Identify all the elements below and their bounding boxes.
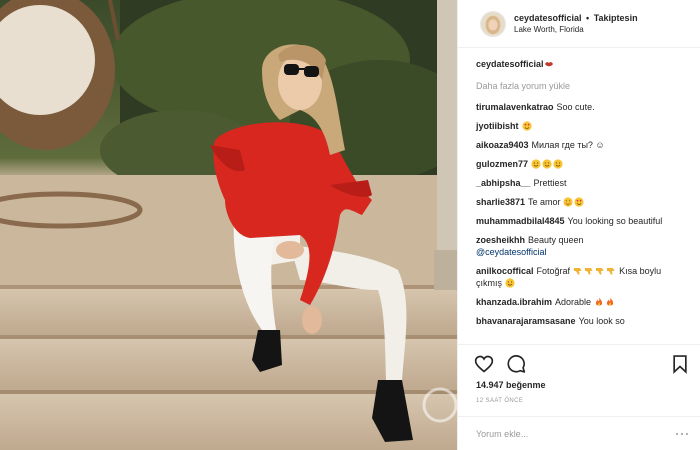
- header-username[interactable]: ceydatesofficial: [514, 13, 582, 23]
- thumbs-down-emoji: [595, 266, 605, 276]
- header-separator: •: [586, 12, 590, 23]
- header-line: ceydatesofficial • Takiptesin: [514, 12, 638, 24]
- lips-icon: [544, 59, 554, 69]
- comment-text: Fotoğraf: [536, 266, 571, 276]
- post-header: ceydatesofficial • Takiptesin Lake Worth…: [458, 0, 700, 48]
- post-actions: [458, 344, 700, 380]
- comment-icon: [507, 355, 526, 373]
- smile-emoji: [504, 278, 515, 288]
- comment-text: Prettiest: [533, 178, 567, 188]
- comment-username[interactable]: gulozmen77: [476, 159, 528, 169]
- comment-text: Soo cute.: [556, 102, 595, 112]
- save-button[interactable]: [670, 354, 690, 374]
- comment-username[interactable]: khanzada.ibrahim: [476, 297, 552, 307]
- thumbs-down-emoji: [606, 266, 616, 276]
- comment-input[interactable]: [476, 425, 656, 443]
- post-photo[interactable]: [0, 0, 457, 450]
- comment-text: You look so: [578, 316, 625, 326]
- list-item: jyotiibisht: [476, 120, 687, 132]
- list-item: tirumalavenkatrao Soo cute.: [476, 101, 687, 113]
- post-sidebar: ceydatesofficial • Takiptesin Lake Worth…: [457, 0, 700, 450]
- more-dot-icon: [676, 433, 678, 435]
- load-more-comments-button[interactable]: Daha fazla yorum yükle: [476, 80, 687, 92]
- add-comment-bar: [458, 416, 700, 450]
- more-options-button[interactable]: [675, 428, 689, 440]
- comment-button[interactable]: [506, 354, 526, 374]
- comment-username[interactable]: muhammadbilal4845: [476, 216, 565, 226]
- list-item: sharlie3871 Te amor: [476, 196, 687, 208]
- location-link[interactable]: Lake Worth, Florida: [514, 24, 638, 36]
- thumbs-down-emoji: [573, 266, 583, 276]
- post-caption: ceydatesofficial: [476, 58, 687, 71]
- bookmark-icon: [673, 355, 687, 374]
- comment-username[interactable]: bhavanarajaramsasane: [476, 316, 576, 326]
- comment-username[interactable]: zoesheikhh: [476, 235, 525, 245]
- thumbs-down-emoji: [584, 266, 594, 276]
- comment-username[interactable]: _abhipsha__: [476, 178, 531, 188]
- list-item: muhammadbilal4845 You looking so beautifu…: [476, 215, 687, 227]
- more-dot-icon: [686, 433, 688, 435]
- smile-emoji: [531, 159, 541, 169]
- instagram-post: ceydatesofficial • Takiptesin Lake Worth…: [0, 0, 700, 450]
- fire-emoji: [594, 297, 604, 307]
- smile-emoji: [553, 159, 563, 169]
- comment-username[interactable]: tirumalavenkatrao: [476, 102, 554, 112]
- list-item: zoesheikhh Beauty queen @ceydatesofficial: [476, 234, 687, 258]
- post-image: [0, 0, 457, 450]
- caption-username[interactable]: ceydatesofficial: [476, 59, 544, 69]
- comment-text: Te amor: [528, 197, 561, 207]
- like-button[interactable]: [474, 354, 494, 374]
- comment-mention[interactable]: @ceydatesofficial: [476, 247, 547, 257]
- post-timestamp[interactable]: 12 SAAT ÖNCE: [476, 398, 523, 404]
- comment-username[interactable]: sharlie3871: [476, 197, 525, 207]
- heart-eyes-emoji: [521, 121, 532, 131]
- following-button[interactable]: Takiptesin: [594, 13, 638, 23]
- comments-list[interactable]: ceydatesofficial Daha fazla yorum yükle …: [458, 58, 700, 344]
- comment-text: You looking so beautiful: [567, 216, 663, 226]
- heart-icon: [474, 355, 494, 373]
- likes-count[interactable]: 14.947 beğenme: [476, 380, 546, 390]
- more-dot-icon: [681, 433, 683, 435]
- blush-emoji: [563, 197, 573, 207]
- comment-text: Beauty queen: [528, 235, 584, 245]
- comment-username[interactable]: jyotiibisht: [476, 121, 519, 131]
- fire-emoji: [605, 297, 615, 307]
- list-item: bhavanarajaramsasane You look so: [476, 315, 687, 327]
- smile-emoji: [542, 159, 552, 169]
- heart-eyes-emoji: [574, 197, 584, 207]
- comment-text: Милая где ты? ☺: [531, 140, 605, 150]
- comment-username[interactable]: aikoaza9403: [476, 140, 529, 150]
- list-item: _abhipsha__ Prettiest: [476, 177, 687, 189]
- comment-text: Adorable: [555, 297, 592, 307]
- list-item: gulozmen77: [476, 158, 687, 170]
- list-item: aikoaza9403 Милая где ты? ☺: [476, 139, 687, 151]
- avatar[interactable]: [480, 10, 506, 37]
- list-item: khanzada.ibrahim Adorable: [476, 296, 687, 308]
- list-item: anilkocoffical Fotoğraf Kısa boylu çıkmış: [476, 265, 687, 289]
- comment-username[interactable]: anilkocoffical: [476, 266, 534, 276]
